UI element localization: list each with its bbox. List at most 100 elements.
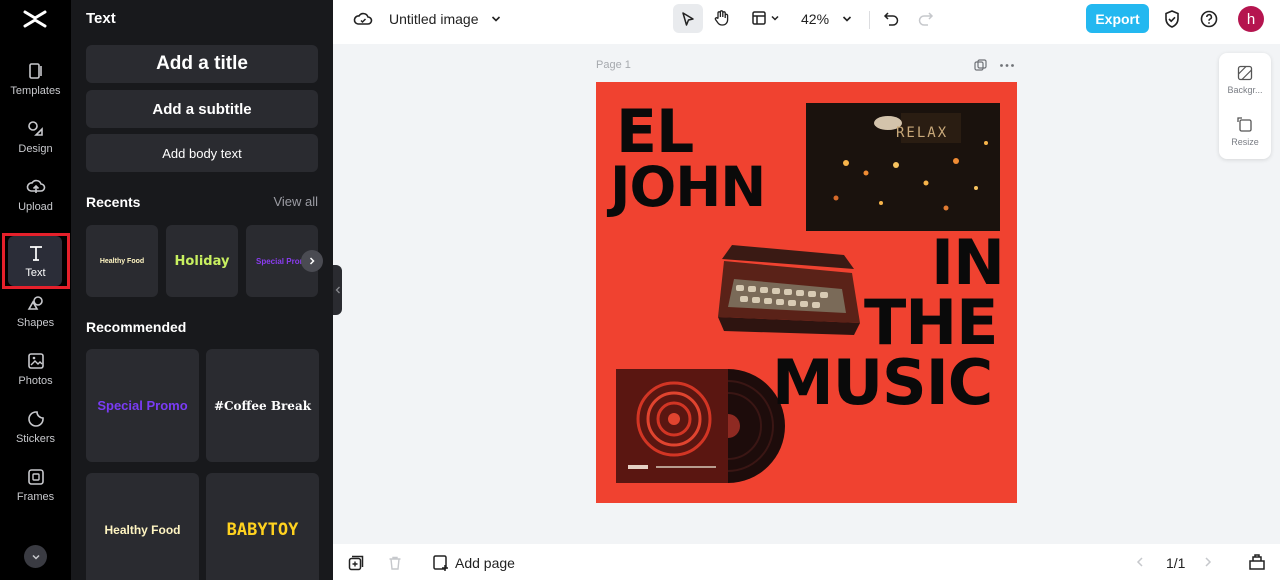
hand-tool-icon[interactable] bbox=[713, 9, 731, 27]
recent-template-1[interactable]: Healthy Food bbox=[86, 225, 158, 297]
shapes-icon bbox=[27, 296, 43, 310]
layout-icon[interactable] bbox=[751, 10, 767, 26]
photo-sign-text: RELAX bbox=[896, 125, 949, 141]
trash-icon[interactable] bbox=[387, 555, 403, 571]
rail-more-button[interactable] bbox=[24, 545, 47, 568]
recent-template-label: Holiday bbox=[174, 253, 230, 269]
chevron-left-icon bbox=[335, 286, 340, 294]
photos-icon bbox=[27, 353, 44, 369]
rail-label-frames: Frames bbox=[16, 491, 55, 503]
typewriter-sticker[interactable] bbox=[714, 239, 862, 339]
undo-icon[interactable] bbox=[883, 10, 900, 27]
bar-photo[interactable]: RELAX bbox=[806, 103, 1000, 231]
bottom-bar: Add page 1/1 bbox=[333, 544, 1280, 580]
panel-title: Text bbox=[86, 10, 116, 27]
rail-label-shapes: Shapes bbox=[16, 317, 55, 329]
rail-item-design[interactable]: Design bbox=[0, 108, 71, 166]
chevron-down-icon[interactable] bbox=[490, 13, 502, 25]
recommended-template-label: #Coffee Break bbox=[213, 398, 312, 413]
poster-line-the[interactable]: THE bbox=[864, 292, 999, 354]
rail-label-design: Design bbox=[18, 143, 53, 155]
capcut-logo[interactable] bbox=[22, 6, 48, 32]
shield-check-icon[interactable] bbox=[1162, 9, 1182, 29]
avatar[interactable]: h bbox=[1238, 6, 1264, 32]
cursor-icon bbox=[682, 11, 694, 26]
rail-label-templates: Templates bbox=[10, 85, 61, 97]
page-counter: 1/1 bbox=[1166, 555, 1186, 571]
add-page-icon bbox=[433, 555, 448, 571]
help-icon[interactable] bbox=[1199, 9, 1219, 29]
bar-photo-image bbox=[806, 103, 1000, 231]
export-button[interactable]: Export bbox=[1086, 4, 1149, 33]
canvas-side-panel: Backgr... Resize bbox=[1219, 53, 1271, 159]
poster-line-in[interactable]: IN bbox=[931, 232, 1005, 294]
rail-label-photos: Photos bbox=[18, 375, 53, 387]
zoom-level[interactable]: 42% bbox=[801, 11, 829, 27]
text-panel: Text Add a title Add a subtitle Add body… bbox=[71, 0, 333, 580]
select-tool-button[interactable] bbox=[673, 4, 703, 33]
design-icon bbox=[27, 121, 43, 136]
background-icon bbox=[1237, 65, 1253, 81]
rail-label-text: Text bbox=[25, 267, 46, 279]
recommended-template-3[interactable]: Healthy Food bbox=[86, 473, 199, 580]
redo-icon[interactable] bbox=[917, 10, 934, 27]
recommended-template-label: BABYTOY bbox=[226, 519, 299, 540]
recommended-template-1[interactable]: Special Promo bbox=[86, 349, 199, 462]
poster-line-el[interactable]: EL bbox=[616, 102, 694, 162]
chevron-right-icon bbox=[309, 257, 315, 265]
rail-label-upload: Upload bbox=[18, 201, 53, 213]
toolbar-divider bbox=[869, 11, 870, 29]
panel-collapse-handle[interactable] bbox=[333, 265, 342, 315]
add-page-button[interactable]: Add page bbox=[432, 554, 515, 572]
text-icon bbox=[29, 246, 42, 261]
prev-page-icon[interactable] bbox=[1134, 556, 1146, 568]
recommended-template-label: Healthy Food bbox=[104, 522, 181, 537]
frames-icon bbox=[27, 469, 44, 485]
background-button[interactable]: Backgr... bbox=[1219, 65, 1271, 95]
add-body-text-button[interactable]: Add body text bbox=[86, 134, 318, 172]
recommended-template-2[interactable]: #Coffee Break bbox=[206, 349, 319, 462]
poster-line-john[interactable]: JOHN bbox=[610, 160, 766, 215]
recents-next-button[interactable] bbox=[301, 250, 323, 272]
vinyl-sticker[interactable] bbox=[616, 369, 785, 483]
resize-button[interactable]: Resize bbox=[1219, 117, 1271, 147]
background-label: Backgr... bbox=[1227, 85, 1263, 95]
recent-template-label: Healthy Food bbox=[99, 257, 145, 265]
recommended-template-4[interactable]: BABYTOY bbox=[206, 473, 319, 580]
recent-template-2[interactable]: Holiday bbox=[166, 225, 238, 297]
document-title[interactable]: Untitled image bbox=[389, 11, 479, 27]
stickers-icon bbox=[27, 411, 44, 427]
duplicate-page-icon[interactable] bbox=[974, 59, 987, 72]
top-bar: Untitled image 42% Export h bbox=[333, 0, 1280, 44]
page-manager-icon[interactable] bbox=[1248, 554, 1266, 570]
rail-item-upload[interactable]: Upload bbox=[0, 166, 71, 224]
poster-line-music[interactable]: MUSIC bbox=[772, 352, 993, 414]
chevron-down-icon[interactable] bbox=[841, 13, 853, 25]
rail-item-shapes[interactable]: Shapes bbox=[0, 282, 71, 340]
rail-item-stickers[interactable]: Stickers bbox=[0, 398, 71, 456]
left-rail: Templates Design Upload Text Shapes Phot… bbox=[0, 0, 71, 580]
add-page-label: Add page bbox=[455, 555, 515, 571]
page-label: Page 1 bbox=[596, 59, 631, 71]
vinyl-record-image bbox=[616, 369, 785, 483]
resize-label: Resize bbox=[1231, 137, 1259, 147]
rail-item-templates[interactable]: Templates bbox=[0, 50, 71, 108]
chevron-down-icon bbox=[31, 554, 40, 560]
recents-heading: Recents bbox=[86, 194, 141, 210]
cloud-sync-icon[interactable] bbox=[353, 9, 373, 29]
view-all-link[interactable]: View all bbox=[273, 194, 318, 209]
chevron-down-icon[interactable] bbox=[770, 13, 780, 23]
more-options-icon[interactable] bbox=[999, 63, 1015, 68]
rail-item-frames[interactable]: Frames bbox=[0, 456, 71, 514]
add-subtitle-button[interactable]: Add a subtitle bbox=[86, 90, 318, 128]
recommended-template-label: Special Promo bbox=[97, 398, 188, 413]
rail-item-photos[interactable]: Photos bbox=[0, 340, 71, 398]
recommended-heading: Recommended bbox=[86, 319, 187, 335]
rail-label-stickers: Stickers bbox=[15, 433, 56, 445]
add-element-icon[interactable] bbox=[348, 555, 364, 571]
resize-icon bbox=[1237, 117, 1252, 132]
next-page-icon[interactable] bbox=[1202, 556, 1214, 568]
design-canvas[interactable]: RELAX EL JOHN IN THE MUSIC bbox=[596, 82, 1017, 503]
add-title-button[interactable]: Add a title bbox=[86, 45, 318, 83]
upload-icon bbox=[26, 179, 45, 193]
